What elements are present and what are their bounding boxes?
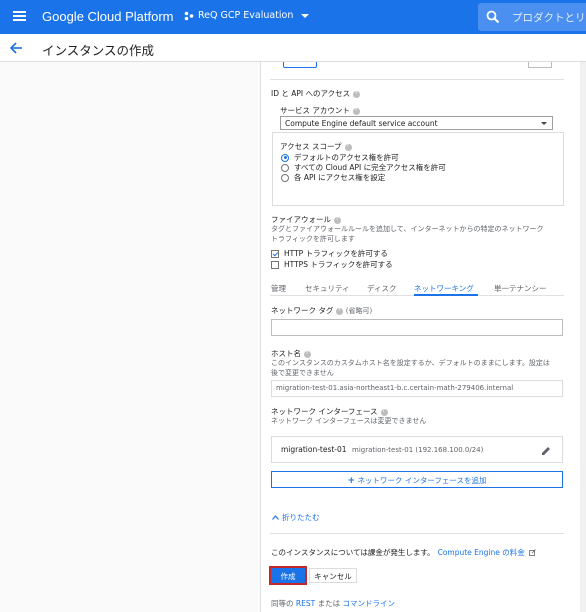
chevron-down-icon [301, 13, 310, 18]
access-scope-label: アクセス スコープ [280, 141, 352, 152]
divider [270, 533, 564, 534]
project-selector[interactable]: ReQ GCP Evaluation [184, 10, 310, 21]
checkbox[interactable] [271, 260, 279, 269]
menu-icon[interactable] [13, 11, 26, 21]
create-button[interactable]: 作成 [269, 566, 307, 585]
interface-detail: migration-test-01 (192.168.100.0/24) [352, 445, 484, 454]
rest-link[interactable]: REST [296, 599, 315, 608]
network-tag-label: ネットワーク タグ (省略可) [271, 305, 372, 316]
partial-button-top[interactable] [528, 62, 552, 68]
help-icon[interactable] [352, 106, 360, 115]
create-instance-form: ID と API へのアクセス サービス アカウント Compute Engin… [262, 62, 586, 612]
command-line-link[interactable]: コマンドライン [342, 599, 395, 608]
page-header: インスタンスの作成 [0, 34, 586, 62]
firewall-desc-2: トラフィックを許可します [271, 235, 355, 243]
tab-networking[interactable]: ネットワーキング [414, 283, 474, 294]
hostname-desc-1: このインスタンスのカスタムホスト名を設定するか、デフォルトのままにします。設定は [271, 359, 550, 367]
collapse-link[interactable]: 折りたたむ [272, 512, 320, 523]
help-icon[interactable] [353, 89, 361, 98]
hostname-desc-2: 後で変更できません [271, 369, 334, 377]
id-api-access-title: ID と API へのアクセス [271, 88, 361, 99]
scope-option-custom[interactable]: 各 API にアクセス権を設定 [281, 172, 385, 183]
http-option[interactable]: HTTP トラフィックを許可する [271, 248, 388, 259]
page-title: インスタンスの作成 [42, 43, 155, 58]
tab-sole-tenancy[interactable]: 単一テナンシー [494, 283, 547, 294]
arrow-back-icon[interactable] [9, 41, 23, 55]
service-account-select[interactable]: Compute Engine default service account [280, 116, 553, 130]
help-icon[interactable] [336, 306, 344, 315]
help-icon[interactable] [380, 407, 388, 416]
radio-button[interactable] [281, 163, 289, 172]
help-icon[interactable] [304, 349, 311, 358]
left-panel [0, 62, 261, 612]
radio-button[interactable] [281, 153, 289, 162]
hostname-input: migration-test-01.asia-northeast1-b.c.ce… [271, 380, 563, 397]
pricing-link[interactable]: Compute Engine の料金 [438, 548, 525, 557]
partial-input-top[interactable] [283, 62, 317, 68]
help-icon[interactable] [344, 142, 352, 151]
dropdown-arrow-icon [541, 122, 547, 125]
tab-management[interactable]: 管理 [271, 283, 286, 294]
checkbox[interactable] [271, 249, 279, 258]
service-account-label: サービス アカウント [280, 105, 360, 116]
brand-name[interactable]: Google Cloud Platform [42, 9, 174, 24]
network-tag-input[interactable] [271, 319, 563, 336]
tab-security[interactable]: セキュリティ [305, 283, 350, 294]
equivalent-footer: 同等の REST または コマンドライン [271, 599, 395, 608]
chevron-up-icon [272, 515, 279, 520]
network-interface-item[interactable]: migration-test-01 migration-test-01 (192… [271, 436, 563, 463]
help-icon[interactable] [334, 215, 341, 224]
interface-name: migration-test-01 [281, 445, 347, 454]
firewall-desc-1: タグとファイアウォールルールを追加して、インターネットからの特定のネットワーク [271, 225, 544, 233]
top-app-bar: Google Cloud Platform ReQ GCP Evaluation… [0, 0, 586, 34]
search-box[interactable]: プロダクトとリ [478, 3, 586, 31]
divider [270, 79, 564, 80]
service-account-value: Compute Engine default service account [285, 118, 438, 128]
search-icon [486, 10, 500, 24]
open-in-new-icon[interactable] [529, 549, 536, 556]
add-network-interface-button[interactable]: + ネットワーク インターフェースを追加 [271, 471, 563, 488]
https-option[interactable]: HTTPS トラフィックを許可する [271, 259, 393, 270]
cancel-button[interactable]: キャンセル [309, 568, 357, 583]
radio-button[interactable] [281, 173, 289, 182]
billing-notice: このインスタンスについては課金が発生します。 Compute Engine の料金 [271, 547, 536, 558]
search-placeholder: プロダクトとリ [512, 11, 586, 24]
plus-icon: + [347, 476, 356, 486]
network-interface-desc: ネットワーク インターフェースは変更できません [271, 417, 427, 425]
project-name: ReQ GCP Evaluation [198, 10, 294, 21]
scrollbar[interactable] [580, 62, 586, 612]
active-tab-indicator [414, 294, 478, 296]
tab-disks[interactable]: ディスク [367, 283, 396, 294]
project-hierarchy-icon [184, 11, 194, 20]
edit-pencil-icon[interactable] [541, 446, 551, 456]
